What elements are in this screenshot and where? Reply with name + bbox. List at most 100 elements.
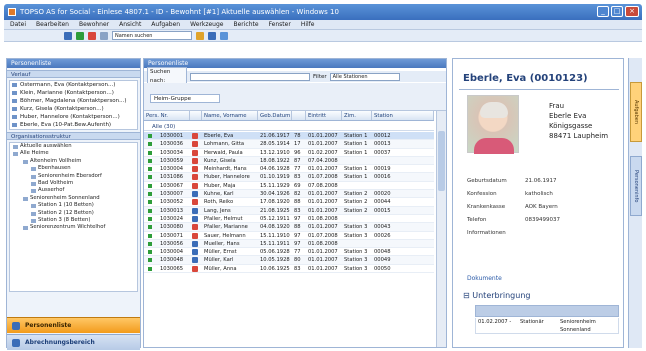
room-cell: Station 1 <box>344 149 368 156</box>
search-icon[interactable] <box>196 31 204 40</box>
col-station[interactable]: Station <box>372 111 434 120</box>
recent-item[interactable]: Böhmer, Magdalena (Kontaktperson...) <box>10 97 137 105</box>
recent-item[interactable]: Huber, Hannelore (Kontaktperson...) <box>10 113 137 121</box>
menu-bearbeiten[interactable]: Bearbeiten <box>36 20 69 29</box>
table-row[interactable]: 1030071 Sauer, Helmann 15.11.1910 97 01.07.2… <box>144 232 434 240</box>
tree-item[interactable]: Seniorenzentrum Wichtelhof <box>10 224 137 231</box>
table-scrollbar[interactable] <box>436 111 446 347</box>
entry-cell: 01.01.2007 <box>308 224 338 231</box>
refresh-icon[interactable] <box>220 31 228 40</box>
group-chip[interactable]: Heim-Gruppe <box>150 94 220 103</box>
table-row[interactable]: 1030052 Roth, Reiko 17.08.1920 88 01.01.2007… <box>144 198 434 207</box>
table-row[interactable]: 1030024 Pfaller, Helmut 05.12.1911 97 01.08.… <box>144 215 434 224</box>
back-icon[interactable] <box>64 31 72 40</box>
tree-item[interactable]: Bad Voltheim <box>10 180 137 187</box>
table-row[interactable]: 1030080 Pfaller, Marianne 04.08.1920 88 01.0… <box>144 223 434 232</box>
recent-item[interactable]: Klein, Marianne (Kontaktperson...) <box>10 89 137 97</box>
address-block: Frau Eberle Eva Königsgasse 88471 Lauphe… <box>549 101 608 141</box>
recent-list: Ostermann, Eva (Kontaktperson...) Klein,… <box>9 80 138 130</box>
tree-item[interactable]: Station 1 (10 Betten) <box>10 202 137 209</box>
nav-person-list-button[interactable]: Personenliste <box>7 317 140 333</box>
minimize-button[interactable]: _ <box>597 6 609 17</box>
tree-item[interactable]: Seniorenheim Sonnenland <box>10 195 137 202</box>
menu-ansicht[interactable]: Ansicht <box>119 20 141 29</box>
detail-row: Informationen <box>467 227 617 240</box>
menu-datei[interactable]: Datei <box>10 20 26 29</box>
detail-row: Konfession katholisch <box>467 188 617 201</box>
tree-item[interactable]: Altenheim Vollheim <box>10 158 137 165</box>
filter-icon[interactable] <box>208 31 216 40</box>
pers-nr-cell: 1030048 <box>160 257 184 264</box>
col-entry[interactable]: Eintritt <box>306 111 342 120</box>
accommodation-section-header[interactable]: ⊟ Unterbringung <box>463 291 530 300</box>
tree-item[interactable]: Station 3 (8 Betten) <box>10 217 137 224</box>
tree-item[interactable]: Station 2 (12 Betten) <box>10 210 137 217</box>
col-room[interactable]: Zim. <box>342 111 372 120</box>
table-row[interactable]: 1030067 Huber, Maja 15.11.1929 69 07.08.2008 <box>144 182 434 191</box>
table-row[interactable]: 1030059 Kunz, Gisela 18.08.1922 87 07.04.200… <box>144 156 434 166</box>
table-row[interactable]: 1030004 Müller, Ernst 05.06.1928 77 01.01.20… <box>144 248 434 257</box>
birthdate-cell: 30.04.1926 <box>260 191 290 198</box>
name-cell: Pfaller, Helmut <box>204 215 243 222</box>
birthdate-cell: 13.12.1910 <box>260 149 290 156</box>
maximize-button[interactable]: □ <box>611 6 623 17</box>
toolbar-search-input[interactable]: Namen suchen <box>112 31 192 40</box>
name-cell: Herwald, Paula <box>204 149 243 156</box>
col-code[interactable] <box>292 111 306 120</box>
scroll-thumb[interactable] <box>438 131 445 191</box>
entry-cell: 01.01.2007 <box>308 133 338 139</box>
table-row[interactable]: 1030065 Müller, Anna 10.06.1925 83 01.01.200… <box>144 265 434 274</box>
table-row[interactable]: 1031086 Huber, Hannelore 01.10.1919 83 01.07… <box>144 173 434 182</box>
column-headers: Pers. Nr. Name, Vorname Geb.Datum Eintri… <box>144 111 434 121</box>
search-input[interactable] <box>190 72 310 81</box>
station-cell: 00037 <box>374 149 391 156</box>
room-cell: Station 2 <box>344 207 368 214</box>
menu-berichte[interactable]: Berichte <box>233 20 258 29</box>
documents-link[interactable]: Dokumente <box>467 275 502 282</box>
print-icon[interactable] <box>100 31 108 40</box>
table-row[interactable]: 1030036 Lohmann, Gitta 28.05.1914 17 01.01.2… <box>144 140 434 149</box>
tree-item[interactable]: Seniorenheim Ebersdorf <box>10 173 137 180</box>
status-cell <box>144 165 158 172</box>
menu-bewohner[interactable]: Bewohner <box>79 20 109 29</box>
col-birthdate[interactable]: Geb.Datum <box>258 111 292 120</box>
table-row[interactable]: 1030013 Lang, Jens 21.08.1925 83 01.01.2007 S… <box>144 206 434 215</box>
table-row[interactable]: 1030034 Herwald, Paula 13.12.1910 96 01.02.2… <box>144 149 434 157</box>
table-row[interactable]: 1030056 Mueller, Hans 15.11.1911 97 01.08.20… <box>144 239 434 249</box>
table-row[interactable]: 1030004 Meinhardt, Hans 04.06.1928 77 01.01.… <box>144 165 434 174</box>
detail-value: 0839499037 <box>525 217 560 223</box>
recent-item[interactable]: Eberle, Eva (10-Pat.Bew.Aufenth) <box>10 121 137 129</box>
col-pers-nr[interactable]: Pers. Nr. <box>144 111 190 120</box>
table-row[interactable]: 1030001 Eberle, Eva 21.06.1917 78 01.01.2007… <box>144 132 434 141</box>
group-row[interactable]: Alle (30) <box>144 123 434 131</box>
birthdate-cell: 04.06.1928 <box>260 166 290 173</box>
recent-item[interactable]: Ostermann, Eva (Kontaktperson...) <box>10 81 137 89</box>
station-filter-select[interactable]: Alle Stationen <box>329 72 400 81</box>
side-tab-personinfo[interactable]: Personeninfo <box>630 156 642 216</box>
entry-cell: 01.01.2007 <box>308 265 338 272</box>
tree-header[interactable]: Organisationsstruktur <box>7 132 140 140</box>
tree-item[interactable]: Ebenhausen <box>10 165 137 172</box>
tree-item[interactable]: Aktuelle auswählen <box>10 143 137 150</box>
collapse-icon[interactable]: ⊟ <box>463 291 472 300</box>
menu-hilfe[interactable]: Hilfe <box>301 20 315 29</box>
col-icon[interactable] <box>190 111 202 120</box>
menu-werkzeuge[interactable]: Werkzeuge <box>190 20 223 29</box>
menu-fenster[interactable]: Fenster <box>269 20 291 29</box>
col-name[interactable]: Name, Vorname <box>202 111 258 120</box>
photo-hair <box>480 102 508 118</box>
accommodation-row[interactable]: 01.02.2007 - Stationär Seniorenheim Sonn… <box>475 318 619 334</box>
recent-header[interactable]: Verlauf <box>7 70 140 78</box>
tree-item[interactable]: Ausserhof <box>10 187 137 194</box>
recent-item[interactable]: Kurz, Gisela (Kontaktperson...) <box>10 105 137 113</box>
tree-item[interactable]: Alle Heime <box>10 150 137 157</box>
menu-aufgaben[interactable]: Aufgaben <box>151 20 180 29</box>
side-tab-tasks[interactable]: Aufgaben <box>630 82 642 142</box>
close-button[interactable]: × <box>625 6 639 17</box>
nav-billing-button[interactable]: Abrechnungsbereich <box>7 334 140 350</box>
table-row[interactable]: 1030007 Kuhne, Karl 30.04.1926 82 01.01.2007… <box>144 190 434 199</box>
add-icon[interactable] <box>76 31 84 40</box>
delete-icon[interactable] <box>88 31 96 40</box>
table-row[interactable]: 1030048 Müller, Karl 10.05.1928 80 01.01.200… <box>144 256 434 265</box>
detail-row: Krankenkasse AOK Bayern <box>467 201 617 214</box>
